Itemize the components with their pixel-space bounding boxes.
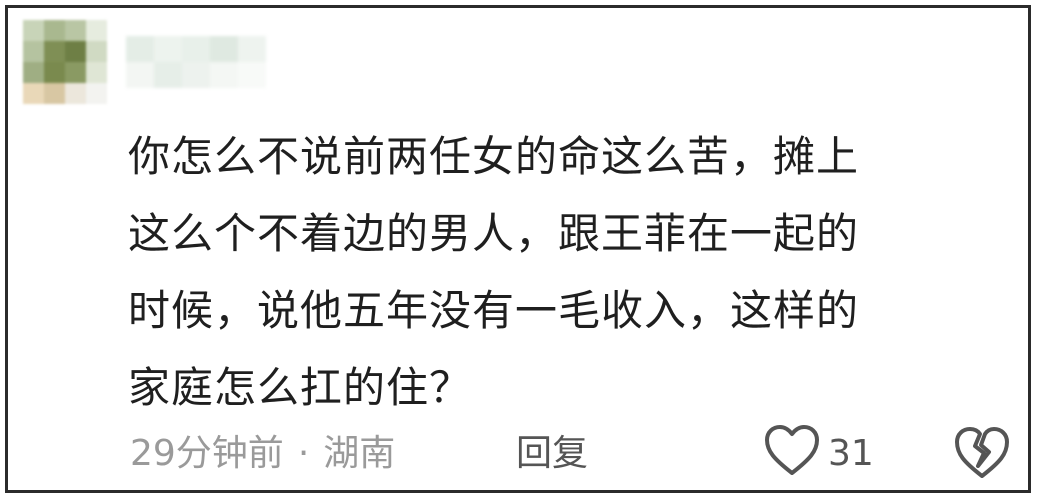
comment-line: 时候，说他五年没有一毛收入，这样的 [128, 286, 860, 335]
comment-line: 你怎么不说前两任女的命这么苦，摊上 [128, 132, 860, 181]
username-blurred[interactable] [126, 36, 266, 88]
comment-location: 湖南 [323, 433, 396, 474]
heart-outline-icon [764, 425, 820, 481]
comment-line: 家庭怎么扛的住？ [128, 363, 473, 412]
broken-heart-icon [954, 427, 1010, 484]
comment-card: 你怎么不说前两任女的命这么苦，摊上 这么个不着边的男人，跟王菲在一起的 时候，说… [5, 5, 1031, 493]
comment-time: 29分钟前 [130, 433, 284, 474]
comment-line: 这么个不着边的男人，跟王菲在一起的 [128, 209, 860, 258]
reply-button[interactable]: 回复 [516, 426, 588, 482]
dislike-button[interactable] [954, 426, 1010, 480]
comment-text: 你怎么不说前两任女的命这么苦，摊上 这么个不着边的男人，跟王菲在一起的 时候，说… [128, 118, 1018, 426]
comment-meta: 29分钟前 · 湖南 [130, 426, 395, 482]
avatar[interactable] [23, 20, 107, 104]
meta-separator: · [297, 433, 310, 474]
like-button[interactable]: 31 [764, 424, 874, 482]
like-count: 31 [828, 432, 874, 474]
